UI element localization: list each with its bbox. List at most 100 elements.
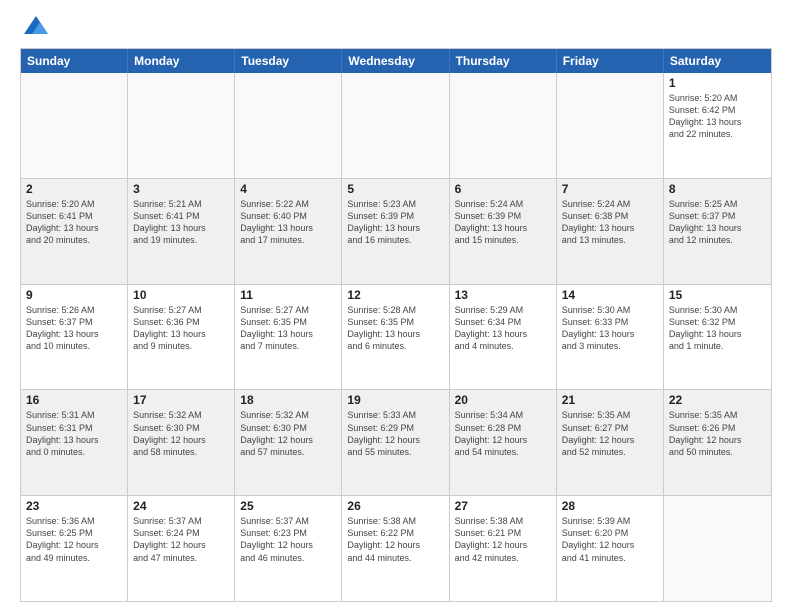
day-number: 3 xyxy=(133,182,229,196)
day-number: 2 xyxy=(26,182,122,196)
day-cell-16: 16 Sunrise: 5:31 AM Sunset: 6:31 PM Dayli… xyxy=(21,390,128,495)
day-info: Sunrise: 5:30 AM Sunset: 6:32 PM Dayligh… xyxy=(669,304,766,353)
day-cell-25: 25 Sunrise: 5:37 AM Sunset: 6:23 PM Dayli… xyxy=(235,496,342,601)
calendar-header: SundayMondayTuesdayWednesdayThursdayFrid… xyxy=(21,49,771,73)
day-number: 4 xyxy=(240,182,336,196)
day-number: 5 xyxy=(347,182,443,196)
day-cell-26: 26 Sunrise: 5:38 AM Sunset: 6:22 PM Dayli… xyxy=(342,496,449,601)
day-number: 20 xyxy=(455,393,551,407)
day-number: 8 xyxy=(669,182,766,196)
day-cell-2: 2 Sunrise: 5:20 AM Sunset: 6:41 PM Daylig… xyxy=(21,179,128,284)
calendar: SundayMondayTuesdayWednesdayThursdayFrid… xyxy=(20,48,772,602)
day-number: 27 xyxy=(455,499,551,513)
calendar-row-3: 16 Sunrise: 5:31 AM Sunset: 6:31 PM Dayli… xyxy=(21,389,771,495)
day-cell-9: 9 Sunrise: 5:26 AM Sunset: 6:37 PM Daylig… xyxy=(21,285,128,390)
weekday-header-wednesday: Wednesday xyxy=(342,49,449,73)
day-info: Sunrise: 5:26 AM Sunset: 6:37 PM Dayligh… xyxy=(26,304,122,353)
day-cell-24: 24 Sunrise: 5:37 AM Sunset: 6:24 PM Dayli… xyxy=(128,496,235,601)
weekday-header-thursday: Thursday xyxy=(450,49,557,73)
day-number: 11 xyxy=(240,288,336,302)
day-cell-1: 1 Sunrise: 5:20 AM Sunset: 6:42 PM Daylig… xyxy=(664,73,771,178)
day-cell-4: 4 Sunrise: 5:22 AM Sunset: 6:40 PM Daylig… xyxy=(235,179,342,284)
day-info: Sunrise: 5:20 AM Sunset: 6:42 PM Dayligh… xyxy=(669,92,766,141)
day-number: 10 xyxy=(133,288,229,302)
day-cell-22: 22 Sunrise: 5:35 AM Sunset: 6:26 PM Dayli… xyxy=(664,390,771,495)
empty-cell xyxy=(664,496,771,601)
day-info: Sunrise: 5:38 AM Sunset: 6:22 PM Dayligh… xyxy=(347,515,443,564)
day-cell-18: 18 Sunrise: 5:32 AM Sunset: 6:30 PM Dayli… xyxy=(235,390,342,495)
day-cell-7: 7Sunrise: 5:24 AM Sunset: 6:38 PM Daylig… xyxy=(557,179,664,284)
day-number: 13 xyxy=(455,288,551,302)
day-number: 25 xyxy=(240,499,336,513)
weekday-header-monday: Monday xyxy=(128,49,235,73)
day-info: Sunrise: 5:32 AM Sunset: 6:30 PM Dayligh… xyxy=(133,409,229,458)
day-number: 24 xyxy=(133,499,229,513)
day-info: Sunrise: 5:24 AM Sunset: 6:39 PM Dayligh… xyxy=(455,198,551,247)
day-number: 9 xyxy=(26,288,122,302)
day-number: 14 xyxy=(562,288,658,302)
header xyxy=(20,16,772,40)
day-info: Sunrise: 5:39 AM Sunset: 6:20 PM Dayligh… xyxy=(562,515,658,564)
day-info: Sunrise: 5:38 AM Sunset: 6:21 PM Dayligh… xyxy=(455,515,551,564)
day-cell-8: 8Sunrise: 5:25 AM Sunset: 6:37 PM Daylig… xyxy=(664,179,771,284)
empty-cell xyxy=(128,73,235,178)
weekday-header-friday: Friday xyxy=(557,49,664,73)
day-number: 22 xyxy=(669,393,766,407)
day-info: Sunrise: 5:37 AM Sunset: 6:23 PM Dayligh… xyxy=(240,515,336,564)
day-number: 23 xyxy=(26,499,122,513)
day-number: 18 xyxy=(240,393,336,407)
day-number: 26 xyxy=(347,499,443,513)
logo xyxy=(20,16,50,40)
day-number: 21 xyxy=(562,393,658,407)
calendar-row-2: 9 Sunrise: 5:26 AM Sunset: 6:37 PM Daylig… xyxy=(21,284,771,390)
page: SundayMondayTuesdayWednesdayThursdayFrid… xyxy=(0,0,792,612)
empty-cell xyxy=(21,73,128,178)
day-info: Sunrise: 5:36 AM Sunset: 6:25 PM Dayligh… xyxy=(26,515,122,564)
day-info: Sunrise: 5:24 AM Sunset: 6:38 PM Dayligh… xyxy=(562,198,658,247)
day-info: Sunrise: 5:37 AM Sunset: 6:24 PM Dayligh… xyxy=(133,515,229,564)
day-info: Sunrise: 5:33 AM Sunset: 6:29 PM Dayligh… xyxy=(347,409,443,458)
day-cell-15: 15Sunrise: 5:30 AM Sunset: 6:32 PM Dayli… xyxy=(664,285,771,390)
day-info: Sunrise: 5:27 AM Sunset: 6:35 PM Dayligh… xyxy=(240,304,336,353)
day-info: Sunrise: 5:35 AM Sunset: 6:26 PM Dayligh… xyxy=(669,409,766,458)
day-info: Sunrise: 5:32 AM Sunset: 6:30 PM Dayligh… xyxy=(240,409,336,458)
day-cell-21: 21 Sunrise: 5:35 AM Sunset: 6:27 PM Dayli… xyxy=(557,390,664,495)
day-info: Sunrise: 5:21 AM Sunset: 6:41 PM Dayligh… xyxy=(133,198,229,247)
day-info: Sunrise: 5:29 AM Sunset: 6:34 PM Dayligh… xyxy=(455,304,551,353)
day-number: 17 xyxy=(133,393,229,407)
day-number: 19 xyxy=(347,393,443,407)
day-cell-14: 14 Sunrise: 5:30 AM Sunset: 6:33 PM Dayli… xyxy=(557,285,664,390)
day-number: 6 xyxy=(455,182,551,196)
day-cell-10: 10 Sunrise: 5:27 AM Sunset: 6:36 PM Dayli… xyxy=(128,285,235,390)
day-info: Sunrise: 5:30 AM Sunset: 6:33 PM Dayligh… xyxy=(562,304,658,353)
logo-icon xyxy=(22,12,50,40)
day-number: 12 xyxy=(347,288,443,302)
day-number: 1 xyxy=(669,76,766,90)
weekday-header-tuesday: Tuesday xyxy=(235,49,342,73)
day-cell-17: 17 Sunrise: 5:32 AM Sunset: 6:30 PM Dayli… xyxy=(128,390,235,495)
calendar-row-1: 2 Sunrise: 5:20 AM Sunset: 6:41 PM Daylig… xyxy=(21,178,771,284)
day-info: Sunrise: 5:35 AM Sunset: 6:27 PM Dayligh… xyxy=(562,409,658,458)
day-info: Sunrise: 5:22 AM Sunset: 6:40 PM Dayligh… xyxy=(240,198,336,247)
day-info: Sunrise: 5:34 AM Sunset: 6:28 PM Dayligh… xyxy=(455,409,551,458)
day-cell-27: 27 Sunrise: 5:38 AM Sunset: 6:21 PM Dayli… xyxy=(450,496,557,601)
day-info: Sunrise: 5:27 AM Sunset: 6:36 PM Dayligh… xyxy=(133,304,229,353)
empty-cell xyxy=(557,73,664,178)
day-info: Sunrise: 5:20 AM Sunset: 6:41 PM Dayligh… xyxy=(26,198,122,247)
day-number: 28 xyxy=(562,499,658,513)
day-info: Sunrise: 5:23 AM Sunset: 6:39 PM Dayligh… xyxy=(347,198,443,247)
day-info: Sunrise: 5:31 AM Sunset: 6:31 PM Dayligh… xyxy=(26,409,122,458)
day-cell-3: 3 Sunrise: 5:21 AM Sunset: 6:41 PM Daylig… xyxy=(128,179,235,284)
day-cell-23: 23 Sunrise: 5:36 AM Sunset: 6:25 PM Dayli… xyxy=(21,496,128,601)
empty-cell xyxy=(450,73,557,178)
day-cell-11: 11 Sunrise: 5:27 AM Sunset: 6:35 PM Dayli… xyxy=(235,285,342,390)
day-cell-12: 12Sunrise: 5:28 AM Sunset: 6:35 PM Dayli… xyxy=(342,285,449,390)
weekday-header-saturday: Saturday xyxy=(664,49,771,73)
day-number: 16 xyxy=(26,393,122,407)
day-cell-6: 6 Sunrise: 5:24 AM Sunset: 6:39 PM Daylig… xyxy=(450,179,557,284)
day-cell-19: 19 Sunrise: 5:33 AM Sunset: 6:29 PM Dayli… xyxy=(342,390,449,495)
day-cell-20: 20 Sunrise: 5:34 AM Sunset: 6:28 PM Dayli… xyxy=(450,390,557,495)
calendar-row-4: 23 Sunrise: 5:36 AM Sunset: 6:25 PM Dayli… xyxy=(21,495,771,601)
day-cell-5: 5 Sunrise: 5:23 AM Sunset: 6:39 PM Daylig… xyxy=(342,179,449,284)
weekday-header-sunday: Sunday xyxy=(21,49,128,73)
